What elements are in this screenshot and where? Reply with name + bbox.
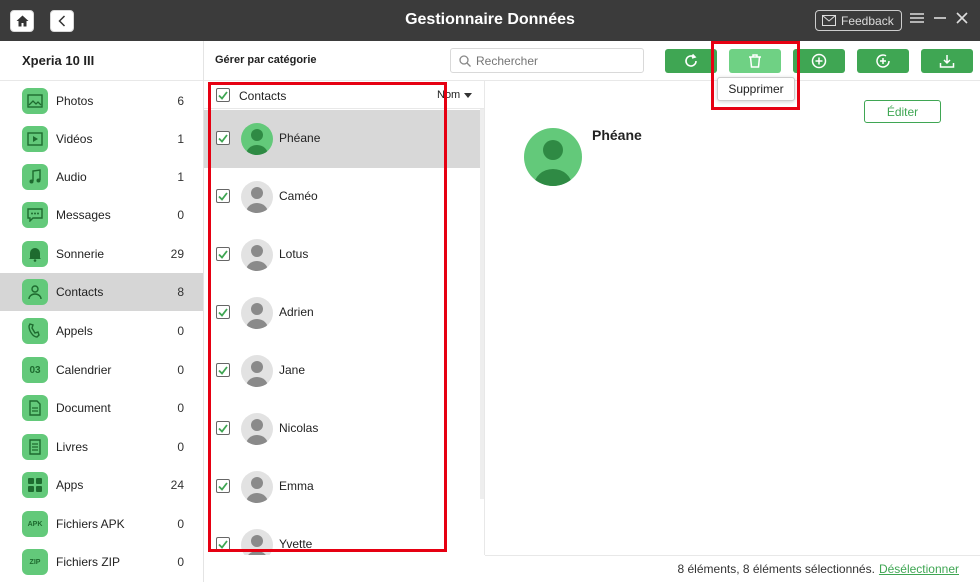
sidebar-item-audio[interactable]: Audio 1 bbox=[0, 158, 203, 196]
book-icon bbox=[22, 434, 48, 460]
export-button[interactable] bbox=[921, 49, 973, 73]
sidebar-item-label: Contacts bbox=[56, 285, 104, 299]
sidebar-item-fichiers-apk[interactable]: APK Fichiers APK 0 bbox=[0, 505, 203, 543]
bell-icon bbox=[22, 241, 48, 267]
sidebar-item-label: Photos bbox=[56, 94, 94, 108]
caret-down-icon bbox=[464, 92, 473, 98]
feedback-label: Feedback bbox=[841, 13, 894, 28]
export-icon bbox=[939, 55, 955, 68]
add-to-device-icon bbox=[876, 54, 890, 68]
category-sidebar: Xperia 10 III Photos 6 Vidéos 1 Audio 1 … bbox=[0, 41, 204, 582]
sidebar-item-calendrier[interactable]: 03 Calendrier 0 bbox=[0, 351, 203, 389]
add-button[interactable] bbox=[793, 49, 845, 73]
sidebar-item-count: 0 bbox=[177, 324, 184, 338]
add-icon bbox=[811, 53, 827, 69]
sidebar-item-label: Livres bbox=[56, 440, 89, 454]
manage-by-category-label: Gérer par catégorie bbox=[215, 54, 317, 66]
sidebar-item-appels[interactable]: Appels 0 bbox=[0, 312, 203, 350]
sidebar-item-label: Fichiers ZIP bbox=[56, 555, 121, 569]
title-bar: Gestionnaire Données Feedback bbox=[0, 0, 980, 41]
document-icon bbox=[22, 395, 48, 421]
sidebar-item-label: Fichiers APK bbox=[56, 517, 125, 531]
phone-icon bbox=[22, 318, 48, 344]
sidebar-item-fichiers-zip[interactable]: ZIP Fichiers ZIP 0 bbox=[0, 543, 203, 581]
highlight-box-delete-button bbox=[711, 41, 800, 110]
sidebar-item-photos[interactable]: Photos 6 bbox=[0, 82, 203, 120]
sidebar-item-label: Audio bbox=[56, 170, 87, 184]
sidebar-item-messages[interactable]: Messages 0 bbox=[0, 196, 203, 234]
search-box[interactable] bbox=[450, 48, 644, 73]
sidebar-item-count: 29 bbox=[170, 247, 184, 261]
contact-icon bbox=[22, 279, 48, 305]
sidebar-item-label: Calendrier bbox=[56, 363, 112, 377]
sidebar-item-apps[interactable]: Apps 24 bbox=[0, 466, 203, 504]
deselect-link[interactable]: Désélectionner bbox=[879, 562, 959, 576]
search-icon bbox=[459, 54, 471, 67]
toolbar: Gérer par catégorie bbox=[204, 41, 980, 81]
sidebar-item-label: Apps bbox=[56, 478, 84, 492]
apps-icon bbox=[22, 472, 48, 498]
sidebar-item-count: 0 bbox=[177, 517, 184, 531]
sidebar-item-videos[interactable]: Vidéos 1 bbox=[0, 120, 203, 158]
sidebar-item-label: Messages bbox=[56, 208, 111, 222]
sidebar-item-livres[interactable]: Livres 0 bbox=[0, 428, 203, 466]
photo-icon bbox=[22, 88, 48, 114]
sidebar-item-label: Sonnerie bbox=[56, 247, 105, 261]
calendar-icon: 03 bbox=[22, 357, 48, 383]
detail-avatar bbox=[524, 128, 582, 186]
zip-icon: ZIP bbox=[22, 549, 48, 575]
sidebar-item-count: 1 bbox=[177, 132, 184, 146]
music-icon bbox=[22, 164, 48, 190]
sidebar-item-count: 0 bbox=[177, 208, 184, 222]
calendar-day-badge: 03 bbox=[29, 364, 41, 376]
list-scrollbar[interactable] bbox=[480, 109, 484, 499]
selection-status: 8 éléments, 8 éléments sélectionnés. bbox=[677, 562, 875, 576]
menu-icon[interactable] bbox=[910, 11, 924, 29]
detail-contact-name: Phéane bbox=[592, 127, 642, 143]
sidebar-item-count: 0 bbox=[177, 363, 184, 377]
highlight-box-contacts-list bbox=[208, 82, 447, 552]
sidebar-item-sonnerie[interactable]: Sonnerie 29 bbox=[0, 235, 203, 273]
contact-detail-pane: Éditer Phéane bbox=[485, 81, 980, 555]
refresh-button[interactable] bbox=[665, 49, 717, 73]
apk-icon: APK bbox=[22, 511, 48, 537]
message-icon bbox=[22, 202, 48, 228]
feedback-button[interactable]: Feedback bbox=[815, 10, 902, 31]
sidebar-item-contacts[interactable]: Contacts 8 bbox=[0, 273, 203, 311]
sidebar-item-count: 24 bbox=[170, 478, 184, 492]
sidebar-item-count: 6 bbox=[177, 94, 184, 108]
sidebar-item-count: 8 bbox=[177, 285, 184, 299]
sidebar-item-label: Vidéos bbox=[56, 132, 93, 146]
search-input[interactable] bbox=[476, 53, 626, 68]
mail-icon bbox=[822, 15, 836, 26]
refresh-icon bbox=[685, 53, 697, 67]
device-name: Xperia 10 III bbox=[0, 41, 203, 81]
sidebar-item-label: Document bbox=[56, 401, 111, 415]
video-icon bbox=[22, 126, 48, 152]
sidebar-item-count: 0 bbox=[177, 555, 184, 569]
sidebar-item-count: 1 bbox=[177, 170, 184, 184]
sidebar-item-label: Appels bbox=[56, 324, 93, 338]
sidebar-item-count: 0 bbox=[177, 401, 184, 415]
close-icon[interactable] bbox=[956, 11, 968, 29]
zip-badge: ZIP bbox=[29, 558, 41, 566]
add-to-device-button[interactable] bbox=[857, 49, 909, 73]
minimize-icon[interactable] bbox=[934, 11, 946, 29]
apk-badge: APK bbox=[27, 520, 43, 528]
status-bar: 8 éléments, 8 éléments sélectionnés. Dés… bbox=[485, 555, 980, 582]
edit-button[interactable]: Éditer bbox=[864, 100, 941, 123]
sidebar-item-count: 0 bbox=[177, 440, 184, 454]
sidebar-item-document[interactable]: Document 0 bbox=[0, 389, 203, 427]
